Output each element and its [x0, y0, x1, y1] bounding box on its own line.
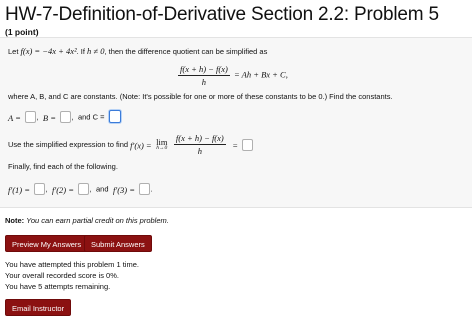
score-status: Your overall recorded score is 0%. — [5, 271, 119, 280]
dq-numerator: f(x + h) − f(x) — [178, 64, 230, 76]
note-text: You can earn partial credit on this prob… — [26, 216, 169, 225]
derivative-values-row: f′(1) = , f′(2) = , and f′(3) = . — [8, 182, 153, 195]
intro-suffix: , then the difference quotient can be si… — [104, 47, 268, 56]
remaining-status: You have 5 attempts remaining. — [5, 282, 111, 291]
preview-answers-button[interactable]: Preview My Answers — [5, 235, 89, 252]
submit-answers-button[interactable]: Submit Answers — [84, 235, 152, 252]
intro-line: Let f(x) = −4x + 4x². If h ≠ 0, then the… — [8, 46, 267, 56]
fprime-1-answer-input[interactable] — [34, 182, 46, 195]
dq-fraction: f(x + h) − f(x) h — [178, 64, 230, 87]
fprime-2-answer-input[interactable] — [78, 182, 90, 195]
where-text: where A, B, and C are constants. (Note: … — [8, 92, 393, 101]
if-text: . If — [76, 47, 88, 56]
fprime-3-answer-input[interactable] — [139, 182, 151, 195]
attempts-status: You have attempted this problem 1 time. — [5, 260, 139, 269]
let-text: Let — [8, 47, 21, 56]
a-label: A = — [8, 113, 21, 123]
equals-sign: = — [232, 140, 238, 151]
function-definition: f(x) = −4x + 4x² — [20, 46, 77, 56]
and-c-text: and C = — [77, 112, 105, 122]
finally-text: Finally, find each of the following. — [8, 162, 118, 171]
fprime-1-label: f′(1) = — [8, 185, 30, 195]
derivative-prompt: Use the simplified expression to find — [8, 140, 131, 149]
and-text: and — [96, 184, 109, 194]
note: Note: You can earn partial credit on thi… — [5, 216, 169, 225]
b-label: B = — [42, 113, 56, 123]
limit-operator: lim h→0 — [156, 137, 168, 152]
dq-result: = Ah + Bx + C, — [233, 69, 288, 80]
c-answer-input[interactable] — [108, 110, 121, 124]
dq-denominator: h — [201, 77, 207, 87]
fprime-3-label: f′(3) = — [112, 185, 135, 195]
email-instructor-button[interactable]: Email Instructor — [5, 299, 72, 316]
problem-panel: Let f(x) = −4x + 4x². If h ≠ 0, then the… — [0, 37, 472, 208]
constants-row: A = , B = , and C = — [8, 108, 121, 126]
limit-denominator: h — [197, 146, 202, 156]
b-answer-input[interactable] — [60, 110, 72, 123]
problem-title: HW-7-Definition-of-Derivative Section 2.… — [5, 4, 439, 25]
lim-subscript: h→0 — [156, 145, 168, 151]
points-label: (1 point) — [5, 27, 39, 37]
fprime-x-answer-input[interactable] — [242, 138, 254, 151]
note-label: Note: — [5, 216, 25, 225]
limit-numerator: f(x + h) − f(x) — [173, 133, 226, 145]
a-answer-input[interactable] — [25, 110, 37, 123]
limit-fraction: f(x + h) − f(x) h — [173, 133, 226, 156]
derivative-row: Use the simplified expression to find f′… — [8, 133, 254, 156]
fprime-2-label: f′(2) = — [52, 185, 74, 195]
h-condition: h ≠ 0 — [87, 46, 105, 56]
difference-quotient: f(x + h) − f(x) h = Ah + Bx + C, — [176, 64, 288, 87]
fprime-x-label: f′(x) = — [130, 140, 152, 151]
